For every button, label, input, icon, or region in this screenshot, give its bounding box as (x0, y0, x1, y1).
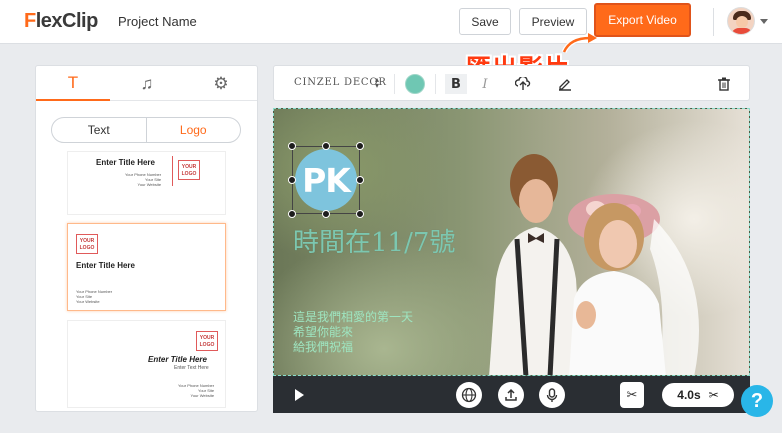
italic-button[interactable]: I (474, 74, 496, 94)
left-panel: T ♫ ⚙ Text Logo Enter Title Here Your Ph… (35, 65, 258, 412)
microphone-icon[interactable] (539, 382, 565, 408)
panel-tabs: T ♫ ⚙ (36, 66, 257, 101)
resize-handle[interactable] (322, 142, 330, 150)
card-divider (172, 156, 173, 186)
tab-music[interactable]: ♫ (110, 66, 184, 101)
chevron-down-icon[interactable] (760, 19, 768, 24)
tab-text[interactable]: T (36, 66, 110, 101)
font-select-arrow-icon[interactable]: ▴ ▾ (375, 76, 379, 90)
text-toolbar: CINZEL DECOR ▴ ▾ B I (273, 65, 750, 101)
scissors-icon: ✂ (708, 388, 719, 402)
globe-icon[interactable] (456, 382, 482, 408)
resize-handle[interactable] (288, 210, 296, 218)
text-color-picker[interactable] (405, 74, 425, 94)
segment-logo[interactable]: Logo (145, 118, 241, 142)
resize-handle[interactable] (288, 176, 296, 184)
project-name[interactable]: Project Name (118, 14, 197, 29)
pen-icon[interactable] (554, 74, 576, 94)
music-icon: ♫ (140, 73, 154, 93)
canvas-body-text[interactable]: 這是我們相愛的第一天 希望你能來 給我們祝福 (293, 310, 413, 355)
preview-button[interactable]: Preview (519, 8, 587, 35)
tab-settings[interactable]: ⚙ (184, 66, 257, 101)
duration-value: 4.0s (677, 388, 701, 402)
duration-pill[interactable]: 4.0s ✂ (662, 383, 734, 407)
canvas-title-text[interactable]: 時間在11/7號 (293, 222, 455, 259)
couple-photo (489, 154, 699, 375)
card-logo: YOUR LOGO (196, 331, 218, 351)
selection-box[interactable] (292, 146, 360, 214)
top-header: FlexClip Project Name Save Preview Expor… (0, 0, 782, 44)
flexclip-logo[interactable]: FlexClip (24, 10, 98, 33)
font-select[interactable]: CINZEL DECOR (294, 77, 387, 88)
header-divider (713, 8, 714, 36)
card-logo: YOUR LOGO (76, 234, 98, 254)
resize-handle[interactable] (356, 176, 364, 184)
help-button[interactable]: ? (741, 385, 773, 417)
play-icon[interactable] (295, 389, 304, 401)
text-logo-toggle: Text Logo (51, 117, 241, 143)
player-bar: ✂ 4.0s ✂ (273, 376, 750, 413)
logo-template-card[interactable]: Enter Title Here Your Phone Number Your … (67, 151, 226, 215)
split-scissors-icon[interactable]: ✂ (620, 382, 644, 408)
card-logo: YOUR LOGO (178, 160, 200, 180)
toolbar-divider (435, 74, 436, 94)
card-details: Your Phone Number Your Site Your Website (125, 172, 162, 187)
bold-button[interactable]: B (445, 74, 467, 94)
toolbar-divider (394, 74, 395, 94)
card-subtitle: Enter Text Here (174, 365, 209, 371)
text-icon: T (67, 72, 79, 92)
resize-handle[interactable] (322, 210, 330, 218)
export-video-button[interactable]: Export Video (594, 3, 691, 37)
logo-template-card[interactable]: YOUR LOGO Enter Title Here Your Phone Nu… (67, 223, 226, 311)
resize-handle[interactable] (356, 142, 364, 150)
logo-template-card[interactable]: YOUR LOGO Enter Title Here Enter Text He… (67, 320, 226, 408)
card-details: Your Phone Number Your Site Your Website (178, 383, 215, 398)
gear-icon: ⚙ (213, 73, 229, 93)
upload-icon[interactable] (512, 74, 534, 94)
avatar[interactable] (727, 7, 755, 35)
save-button[interactable]: Save (459, 8, 511, 35)
card-details: Your Phone Number Your Site Your Website (76, 289, 113, 304)
resize-handle[interactable] (356, 210, 364, 218)
trash-icon[interactable] (713, 74, 735, 94)
card-title: Enter Title Here (96, 158, 155, 167)
card-title: Enter Title Here (148, 355, 207, 364)
segment-text[interactable]: Text (52, 118, 146, 142)
card-title: Enter Title Here (76, 261, 135, 270)
video-canvas[interactable]: PK 時間在11/7號 這是我們相愛的第一天 希望你能來 給我們祝福 (273, 108, 750, 376)
export-share-icon[interactable] (498, 382, 524, 408)
resize-handle[interactable] (288, 142, 296, 150)
